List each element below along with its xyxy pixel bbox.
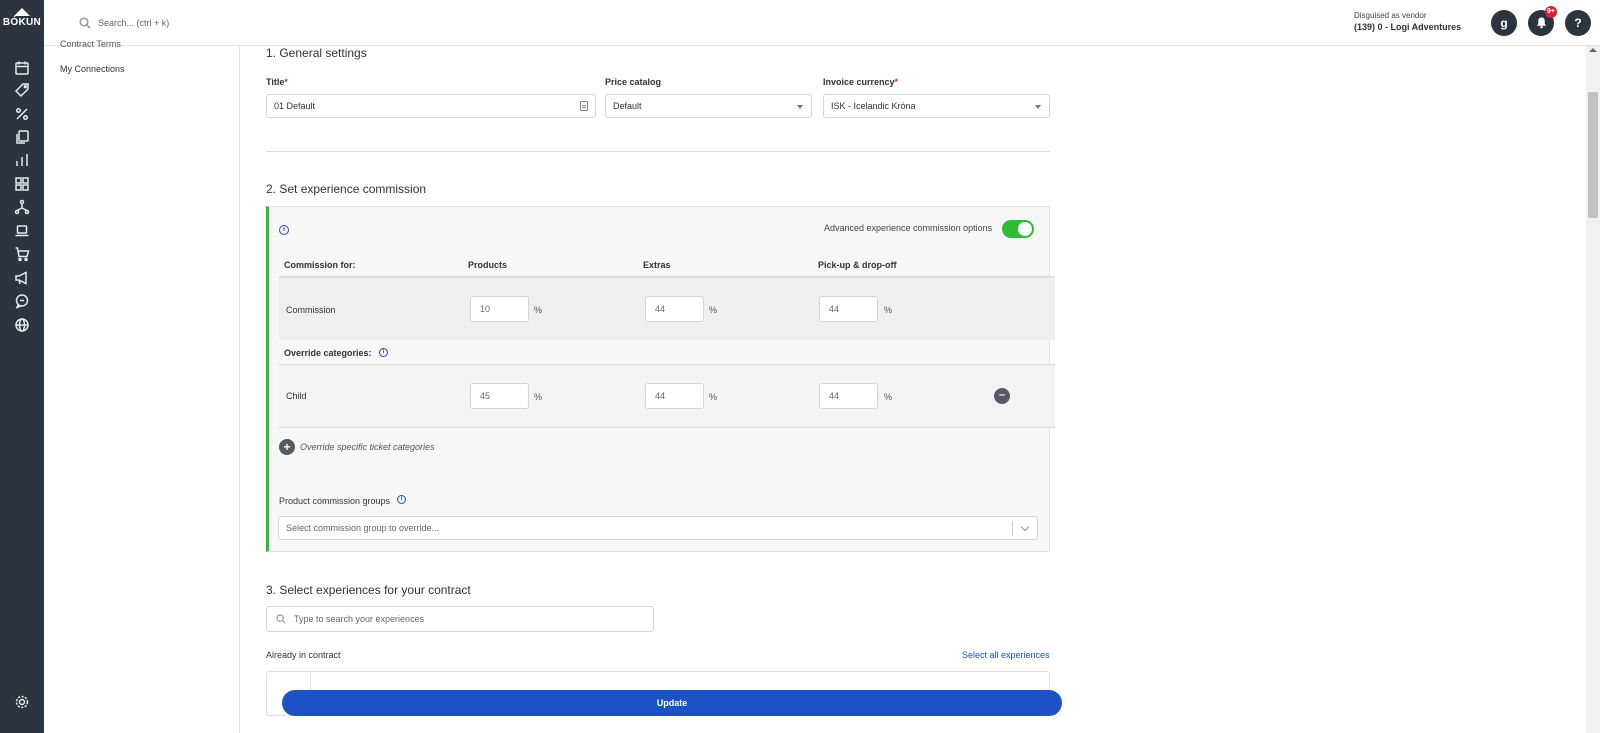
advanced-options-label: Advanced experience commission options [824,223,993,233]
select-experiences-heading: 3. Select experiences for your contract [266,583,471,597]
commission-pickup-input[interactable]: 44 [819,296,878,322]
override-row-label: Child [286,391,307,401]
dropdown-caret-icon [797,105,803,109]
contract-form: 1. General settings Title* 01 Default Pr… [266,46,1071,733]
override-products-input[interactable]: 45 [470,383,529,409]
vendor-info: Disguised as vendor (139) 0 - Logi Adven… [1354,11,1461,32]
column-header-pickup: Pick-up & drop-off [818,260,897,270]
notification-badge: 9+ [1545,6,1557,18]
remove-override-button[interactable]: – [994,388,1010,404]
user-avatar[interactable]: g [1491,10,1517,36]
global-search-placeholder[interactable]: Search... (ctrl + k) [98,18,169,28]
scroll-up-arrow-icon[interactable] [1589,48,1597,52]
already-in-contract-label: Already in contract [266,650,341,660]
override-row: Child 45 % 44 % 44 % – [279,364,1055,428]
bar-chart-icon[interactable] [14,152,30,168]
page-scrollbar[interactable] [1586,46,1600,733]
percent-sign: % [534,305,543,315]
general-settings-heading: 1. General settings [266,46,367,60]
commission-row-label: Commission [286,305,336,315]
side-nav: Contract Terms My Connections [44,39,240,733]
price-catalog-value[interactable]: Default [613,101,642,111]
advanced-options-toggle[interactable] [1002,220,1034,238]
info-icon[interactable]: i [279,225,289,235]
title-label-text: Title [266,77,285,87]
document-icon[interactable] [580,101,588,111]
search-icon [79,17,91,29]
top-bar: Search... (ctrl + k) Disguised as vendor… [44,0,1600,46]
section-divider [266,151,1050,152]
column-header-products: Products [468,260,508,270]
info-icon[interactable]: i [379,348,388,357]
override-specific-categories-link[interactable]: Override specific ticket categories [300,442,435,452]
vendor-label: Disguised as vendor [1354,11,1427,20]
commission-groups-label: Product commission groups [279,496,391,506]
bokun-logo[interactable]: BÓKUN [0,8,44,38]
select-all-experiences-link[interactable]: Select all experiences [962,650,1050,660]
commission-products-input[interactable]: 10 [470,296,529,322]
cart-icon[interactable] [14,246,30,262]
copy-icon[interactable] [14,129,30,145]
commission-row: Commission 10 % 44 % 44 % [279,276,1055,340]
override-pickup-input[interactable]: 44 [819,383,878,409]
invoice-currency-label-text: Invoice currency [823,77,895,87]
update-button[interactable]: Update [282,690,1062,716]
dropdown-caret-icon [1035,105,1041,109]
globe-icon[interactable] [14,317,30,333]
invoice-currency-select[interactable]: ISK - Icelandic Króna [823,94,1050,118]
experience-commission-heading: 2. Set experience commission [266,182,427,196]
percent-sign: % [709,392,718,402]
commission-group-placeholder[interactable]: Select commission group to override... [286,523,439,533]
override-categories-label: Override categories: [284,348,372,358]
commission-group-select[interactable]: Select commission group to override... [278,516,1038,540]
dashboard-icon[interactable] [14,176,30,192]
required-asterisk: * [284,77,288,87]
laptop-icon[interactable] [14,223,30,239]
required-asterisk: * [894,77,899,87]
percent-icon[interactable] [14,106,30,122]
percent-sign: % [534,392,543,402]
app-rail: BÓKUN [0,0,44,733]
chevron-down-icon[interactable] [1020,522,1030,532]
vendor-name: (139) 0 - Logi Adventures [1354,22,1462,32]
percent-sign: % [884,392,893,402]
invoice-currency-value[interactable]: ISK - Icelandic Króna [831,101,916,111]
sidenav-item-contract-terms[interactable]: Contract Terms [60,39,121,49]
tag-icon[interactable] [14,82,30,98]
percent-sign: % [884,305,893,315]
title-input-value[interactable]: 01 Default [274,101,315,111]
bell-icon [1536,17,1546,29]
select-separator [1012,521,1013,536]
global-search[interactable]: Search... (ctrl + k) [79,15,169,31]
logo-mountain-icon [14,8,30,16]
calendar-icon[interactable] [14,60,30,76]
megaphone-icon[interactable] [14,270,30,286]
column-header-commission-for: Commission for: [284,260,356,270]
experience-search-placeholder[interactable]: Type to search your experiences [294,614,424,624]
title-input[interactable]: 01 Default [266,94,596,118]
notifications-button[interactable]: 9+ [1528,6,1557,36]
column-header-extras: Extras [643,260,671,270]
chat-icon[interactable] [14,293,30,309]
commission-extras-input[interactable]: 44 [645,296,704,322]
settings-gear-icon[interactable] [14,694,30,710]
commission-panel: i Advanced experience commission options… [266,206,1055,552]
price-catalog-select[interactable]: Default [605,94,812,118]
network-icon[interactable] [14,199,30,215]
add-override-button[interactable]: + [279,439,295,455]
title-label: Title* [266,77,288,87]
help-button[interactable]: ? [1565,10,1591,36]
logo-text: BÓKUN [2,17,42,28]
price-catalog-label: Price catalog [605,77,662,87]
scroll-thumb[interactable] [1588,92,1598,218]
search-icon [276,614,286,624]
sidenav-item-my-connections[interactable]: My Connections [60,64,125,74]
override-extras-input[interactable]: 44 [645,383,704,409]
info-icon[interactable]: i [397,495,406,504]
experience-search-input[interactable]: Type to search your experiences [266,606,654,632]
invoice-currency-label: Invoice currency* [823,77,898,87]
percent-sign: % [709,305,718,315]
toggle-knob [1018,222,1032,236]
